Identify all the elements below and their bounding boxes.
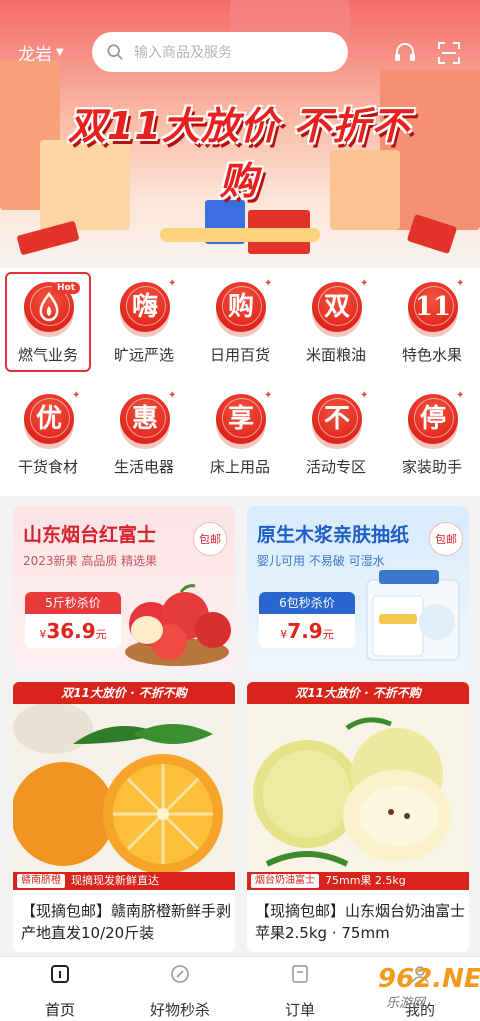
sparkle-icon: ✦ <box>264 278 273 289</box>
promo-subtitle: 2023新果 高品质 精选果 <box>23 554 158 568</box>
category-dry-food[interactable]: ✦ 优 干货食材 <box>0 380 96 484</box>
category-label: 活动专区 <box>305 458 366 476</box>
category-fruit[interactable]: ✦ 11 特色水果 <box>384 268 480 372</box>
category-badge-icon: 购 <box>216 282 266 332</box>
sparkle-icon: ✦ <box>456 278 465 289</box>
caption-text: 现摘现发新鲜直达 <box>71 874 159 887</box>
category-daily-goods[interactable]: ✦ 购 日用百货 <box>192 268 288 372</box>
hero-banner[interactable]: 龙岩 ▼ 输入商品及服务 双11大放价 不折不购 <box>0 0 480 268</box>
category-label: 生活电器 <box>113 458 174 476</box>
product-promo-banner: 双11大放价 · 不折不购 <box>247 682 469 704</box>
category-bedding[interactable]: ✦ 享 床上用品 <box>192 380 288 484</box>
category-appliances[interactable]: ✦ 惠 生活电器 <box>96 380 192 484</box>
free-shipping-badge: 包邮 <box>429 522 463 556</box>
product-chip: 赣南脐橙 <box>17 874 65 888</box>
category-gas[interactable]: Hot 燃气业务 <box>0 268 96 372</box>
product-promo-banner: 双11大放价 · 不折不购 <box>13 682 235 704</box>
sparkle-icon: ✦ <box>360 278 369 289</box>
promo-card-apple[interactable]: 山东烟台红富士 2023新果 高品质 精选果 包邮 5斤秒杀价 ¥36.9元 <box>13 506 235 671</box>
product-name: 【现摘包邮】赣南脐橙新鲜手剥产地直发10/20斤装 <box>21 902 232 942</box>
search-input[interactable]: 输入商品及服务 <box>92 32 348 72</box>
category-badge-icon: 不 <box>312 394 362 444</box>
category-home-assist[interactable]: ✦ 停 家装助手 <box>384 380 480 484</box>
category-badge-icon: 优 <box>24 394 74 444</box>
promo-title: 原生木浆亲肤抽纸 <box>257 524 410 546</box>
platform-decor <box>160 228 320 242</box>
category-label: 床上用品 <box>209 458 270 476</box>
free-shipping-badge: 包邮 <box>193 522 227 556</box>
category-badge-icon: 惠 <box>120 394 170 444</box>
caret-down-icon: ▼ <box>56 47 64 58</box>
city-label: 龙岩 <box>18 45 52 65</box>
promo-title: 山东烟台红富士 <box>23 524 157 546</box>
tab-label: 订单 <box>284 1001 315 1019</box>
category-label: 干货食材 <box>17 458 78 476</box>
tab-flash-sale[interactable]: 好物秒杀 <box>120 963 240 1020</box>
hot-badge: Hot <box>52 282 81 294</box>
sparkle-icon: ✦ <box>168 278 177 289</box>
order-icon <box>292 965 308 983</box>
category-events[interactable]: ✦ 不 活动专区 <box>288 380 384 484</box>
price-box: 5斤秒杀价 ¥36.9元 <box>25 592 121 648</box>
sparkle-icon: ✦ <box>72 390 81 401</box>
home-icon <box>51 965 69 983</box>
category-label: 日用百货 <box>209 346 270 364</box>
category-label: 家装助手 <box>401 458 462 476</box>
city-selector[interactable]: 龙岩 ▼ <box>18 40 64 65</box>
tab-home[interactable]: 首页 <box>0 963 120 1020</box>
category-label: 特色水果 <box>401 346 462 364</box>
product-caption: 烟台奶油富士 75mm果 2.5kg <box>247 872 469 890</box>
tissue-pack-image <box>366 570 460 661</box>
caption-text: 75mm果 2.5kg <box>325 874 406 887</box>
category-grid: Hot 燃气业务 ✦ 嗨 旷远严选 ✦ 购 日用百货 ✦ 双 米面粮油 ✦ 11… <box>0 268 480 496</box>
category-badge-icon: 双 <box>312 282 362 332</box>
price: ¥36.9元 <box>39 619 107 643</box>
promo-card-tissue[interactable]: 原生木浆亲肤抽纸 婴儿可用 不易破 可湿水 包邮 6包秒杀价 ¥7.9元 <box>247 506 469 671</box>
search-placeholder: 输入商品及服务 <box>134 45 232 61</box>
watermark-sub: 乐游网 <box>386 996 426 1011</box>
price: ¥7.9元 <box>280 619 334 643</box>
headset-icon[interactable] <box>392 40 418 66</box>
apple-basket-image <box>125 584 231 666</box>
banner-title: 双11大放价 不折不购 <box>67 104 411 203</box>
scan-icon[interactable] <box>436 40 462 66</box>
category-badge-icon: 嗨 <box>120 282 170 332</box>
tab-label: 首页 <box>44 1001 75 1019</box>
product-caption: 赣南脐橙 现摘现发新鲜直达 <box>13 872 235 890</box>
product-chip: 烟台奶油富士 <box>251 874 319 888</box>
search-icon <box>107 44 123 60</box>
category-badge-icon: 停 <box>408 394 458 444</box>
category-badge-icon: 11 <box>408 282 458 332</box>
watermark-brand: 962.NET <box>378 964 480 994</box>
product-card-orange[interactable]: 双11大放价 · 不折不购 赣南脐橙 现摘现发新鲜直达 【现摘包邮】赣南脐橙新鲜… <box>13 682 235 952</box>
sparkle-icon: ✦ <box>360 390 369 401</box>
product-card-apple[interactable]: 双11大放价 · 不折不购 烟台奶油富士 75mm果 2.5kg 【现摘包邮】山… <box>247 682 469 952</box>
category-curated[interactable]: ✦ 嗨 旷远严选 <box>96 268 192 372</box>
category-badge-icon: 享 <box>216 394 266 444</box>
orange-image <box>13 704 235 872</box>
compass-icon <box>171 965 189 983</box>
sparkle-icon: ✦ <box>264 390 273 401</box>
category-label: 燃气业务 <box>17 346 78 364</box>
deal-label: 6包秒杀价 <box>259 592 355 614</box>
tab-orders[interactable]: 订单 <box>240 963 360 1020</box>
deal-label: 5斤秒杀价 <box>25 592 121 614</box>
product-name: 【现摘包邮】山东烟台奶油富士苹果2.5kg · 75mm <box>255 902 466 942</box>
sparkle-icon: ✦ <box>456 390 465 401</box>
category-grain-oil[interactable]: ✦ 双 米面粮油 <box>288 268 384 372</box>
category-label: 米面粮油 <box>305 346 366 364</box>
tab-label: 好物秒杀 <box>149 1001 210 1019</box>
apple-image <box>247 704 469 872</box>
category-label: 旷远严选 <box>113 346 174 364</box>
sparkle-icon: ✦ <box>168 390 177 401</box>
price-box: 6包秒杀价 ¥7.9元 <box>259 592 355 648</box>
watermark-logo: 962.NET 乐游网 <box>346 964 480 1014</box>
